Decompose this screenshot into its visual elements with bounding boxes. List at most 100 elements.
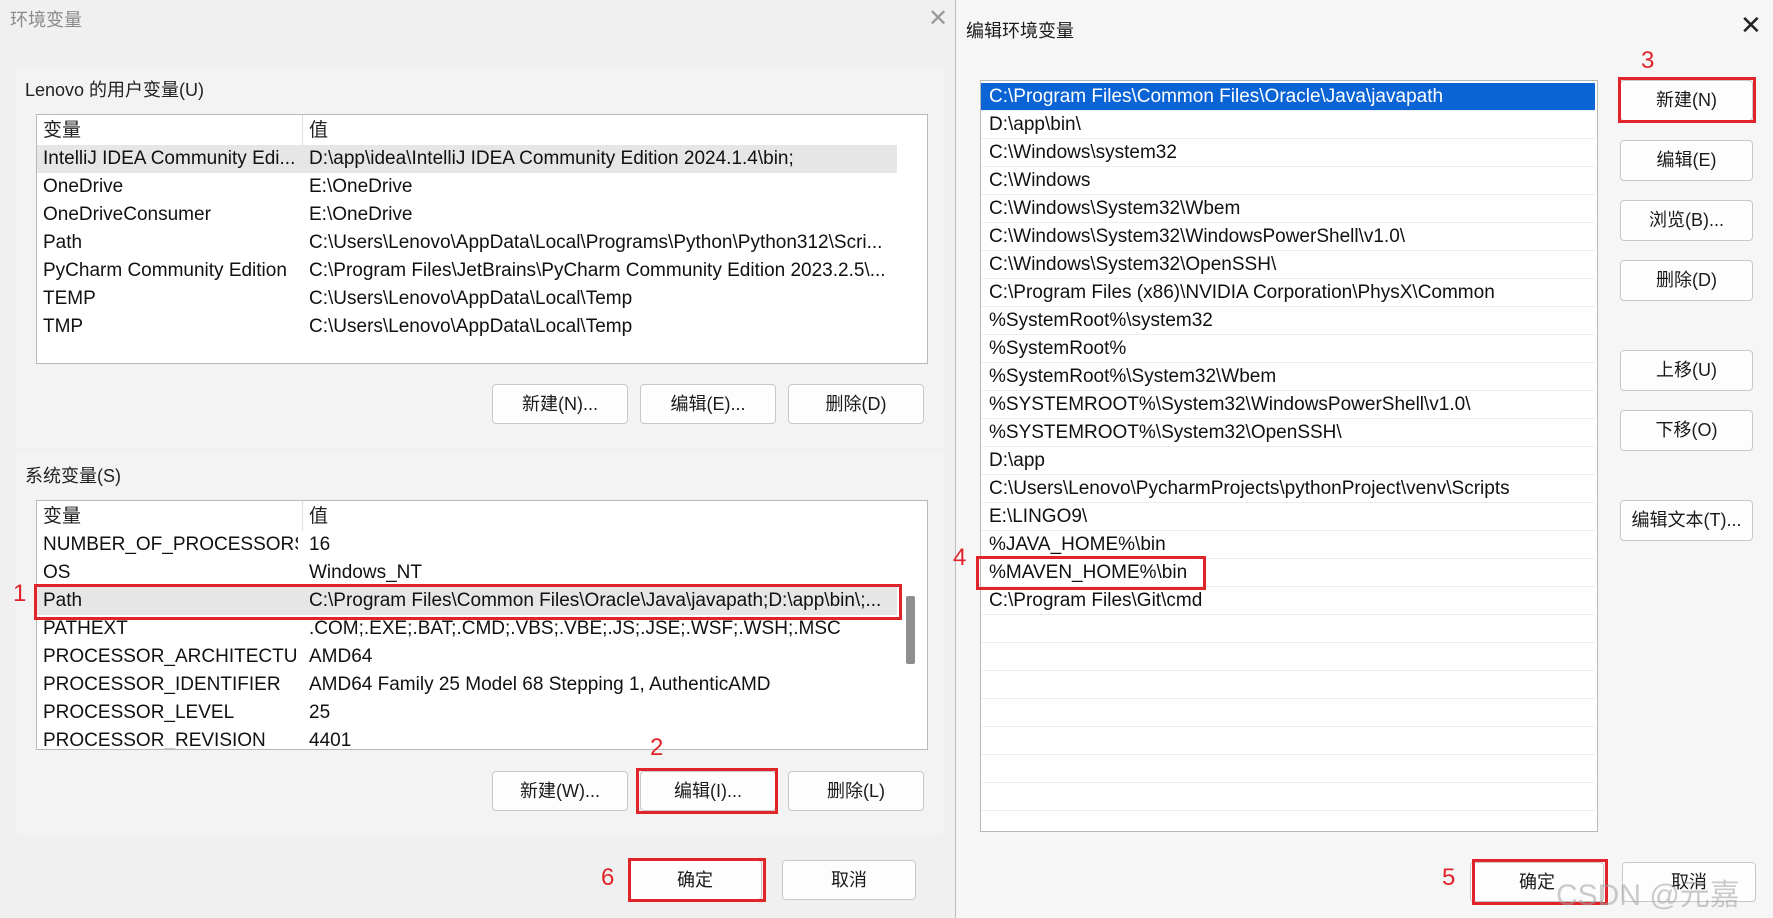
variable-value: 25 [309,702,331,723]
path-entry[interactable]: C:\Program Files\Common Files\Oracle\Jav… [981,83,1595,111]
variable-value: C:\Users\Lenovo\AppData\Local\Programs\P… [309,232,883,253]
system-new-button[interactable]: 新建(W)... [492,771,628,811]
path-entries-list[interactable]: C:\Program Files\Common Files\Oracle\Jav… [980,80,1598,832]
user-delete-button[interactable]: 删除(D) [788,384,924,424]
dialog-title: 环境变量 [10,10,82,30]
path-entry[interactable]: %SystemRoot%\system32 [981,307,1595,335]
column-header-variable[interactable]: 变量 [43,503,298,531]
annotation-box-2 [636,768,778,814]
path-entry[interactable]: C:\Windows\System32\Wbem [981,195,1595,223]
list-item[interactable]: OS Windows_NT [37,559,897,587]
browse-button[interactable]: 浏览(B)... [1620,200,1753,241]
list-item[interactable]: NUMBER_OF_PROCESSORS 16 [37,531,897,559]
variable-name: PROCESSOR_REVISION [43,730,266,750]
variable-value: E:\OneDrive [309,176,413,197]
variable-name: PROCESSOR_LEVEL [43,702,235,723]
cancel-button[interactable]: 取消 [782,860,916,900]
column-divider[interactable] [302,115,303,145]
move-down-button[interactable]: 下移(O) [1620,410,1753,451]
path-entry[interactable]: C:\Program Files\Git\cmd [981,587,1595,615]
user-variables-list[interactable]: 变量 值 IntelliJ IDEA Community Edi... D:\a… [36,114,928,364]
variable-name: NUMBER_OF_PROCESSORS [43,534,298,555]
list-item[interactable]: PyCharm Community Edition C:\Program Fil… [37,257,897,285]
move-up-button[interactable]: 上移(U) [1620,350,1753,391]
column-header-value[interactable]: 值 [309,117,904,145]
path-entry[interactable]: D:\app [981,447,1595,475]
path-entry[interactable]: %JAVA_HOME%\bin [981,531,1595,559]
variable-value: AMD64 Family 25 Model 68 Stepping 1, Aut… [309,674,771,695]
user-edit-button[interactable]: 编辑(E)... [640,384,776,424]
path-entry[interactable]: D:\app\bin\ [981,111,1595,139]
variable-name: Path [43,232,83,253]
close-icon[interactable]: ✕ [928,4,948,33]
close-icon[interactable]: ✕ [1740,10,1762,41]
list-item[interactable]: TMP C:\Users\Lenovo\AppData\Local\Temp [37,313,897,341]
path-entry[interactable]: C:\Program Files (x86)\NVIDIA Corporatio… [981,279,1595,307]
variable-value: E:\OneDrive [309,204,413,225]
path-entry[interactable]: %SYSTEMROOT%\System32\OpenSSH\ [981,419,1595,447]
annotation-number-2: 2 [650,734,664,761]
variable-name: TMP [43,316,84,337]
empty-row[interactable] [981,671,1595,699]
variable-value: C:\Users\Lenovo\AppData\Local\Temp [309,288,633,309]
variable-name: OneDriveConsumer [43,204,211,225]
list-item[interactable]: PROCESSOR_REVISION 4401 [37,727,897,750]
list-header: 变量 值 [37,117,927,145]
environment-variables-dialog: 环境变量 ✕ Lenovo 的用户变量(U) 变量 值 IntelliJ IDE… [0,0,955,918]
list-item[interactable]: IntelliJ IDEA Community Edi... D:\app\id… [37,145,897,173]
empty-row[interactable] [981,727,1595,755]
list-item[interactable]: OneDriveConsumer E:\OneDrive [37,201,897,229]
annotation-number-4: 4 [953,544,967,571]
scrollbar-thumb[interactable] [906,596,915,664]
empty-row[interactable] [981,699,1595,727]
list-header: 变量 值 [37,503,927,531]
path-entry[interactable]: C:\Windows\system32 [981,139,1595,167]
path-entry[interactable]: %SystemRoot%\System32\Wbem [981,363,1595,391]
user-new-button[interactable]: 新建(N)... [492,384,628,424]
variable-value: C:\Program Files\JetBrains\PyCharm Commu… [309,260,886,281]
dialog-title: 编辑环境变量 [966,21,1074,41]
annotation-box-3 [1618,77,1756,123]
annotation-number-6: 6 [601,864,615,891]
path-entry[interactable]: C:\Windows [981,167,1595,195]
annotation-box-4 [976,556,1206,590]
path-entry[interactable]: C:\Windows\System32\OpenSSH\ [981,251,1595,279]
empty-row[interactable] [981,783,1595,811]
variable-name: PROCESSOR_IDENTIFIER [43,674,281,695]
variable-name: PROCESSOR_ARCHITECTURE [43,646,298,667]
column-header-value[interactable]: 值 [309,503,904,531]
variable-value: AMD64 [309,646,373,667]
list-item[interactable]: PROCESSOR_ARCHITECTURE AMD64 [37,643,897,671]
list-item[interactable]: PROCESSOR_IDENTIFIER AMD64 Family 25 Mod… [37,671,897,699]
annotation-number-5: 5 [1442,864,1456,891]
variable-name: TEMP [43,288,96,309]
list-item[interactable]: TEMP C:\Users\Lenovo\AppData\Local\Temp [37,285,897,313]
list-item[interactable]: Path C:\Users\Lenovo\AppData\Local\Progr… [37,229,897,257]
edit-path-button[interactable]: 编辑(E) [1620,140,1753,181]
empty-row[interactable] [981,615,1595,643]
list-item[interactable]: OneDrive E:\OneDrive [37,173,897,201]
delete-path-button[interactable]: 删除(D) [1620,260,1753,301]
path-entry[interactable]: E:\LINGO9\ [981,503,1595,531]
variable-name: OS [43,562,71,583]
annotation-box-1 [34,584,902,620]
variable-name: PyCharm Community Edition [43,260,287,281]
path-entry[interactable]: C:\Users\Lenovo\PycharmProjects\pythonPr… [981,475,1595,503]
variable-name: OneDrive [43,176,124,197]
edit-text-button[interactable]: 编辑文本(T)... [1620,500,1753,541]
variable-value: D:\app\idea\IntelliJ IDEA Community Edit… [309,148,794,169]
annotation-box-6 [628,858,766,902]
column-header-variable[interactable]: 变量 [43,117,298,145]
path-entry[interactable]: C:\Windows\System32\WindowsPowerShell\v1… [981,223,1595,251]
variable-value: C:\Users\Lenovo\AppData\Local\Temp [309,316,633,337]
system-delete-button[interactable]: 删除(L) [788,771,924,811]
column-divider[interactable] [302,501,303,531]
variable-value: Windows_NT [309,562,422,583]
variable-value: 16 [309,534,331,555]
empty-row[interactable] [981,643,1595,671]
empty-row[interactable] [981,755,1595,783]
system-variables-list[interactable]: 变量 值 NUMBER_OF_PROCESSORS 16 OS Windows_… [36,500,928,750]
path-entry[interactable]: %SystemRoot% [981,335,1595,363]
list-item[interactable]: PROCESSOR_LEVEL 25 [37,699,897,727]
path-entry[interactable]: %SYSTEMROOT%\System32\WindowsPowerShell\… [981,391,1595,419]
